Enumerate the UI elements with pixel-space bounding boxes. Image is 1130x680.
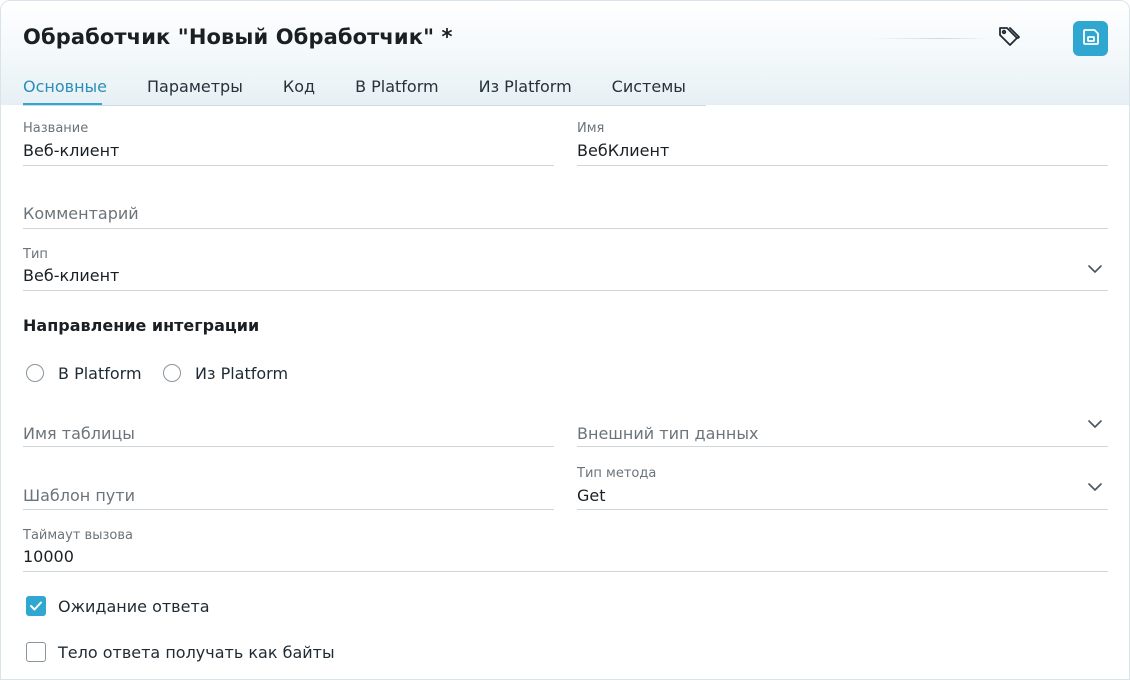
- name-field[interactable]: Название Веб-клиент: [23, 119, 554, 166]
- tags-button[interactable]: [994, 23, 1026, 55]
- path-template-field[interactable]: Шаблон пути: [23, 471, 554, 510]
- tab-from-platform[interactable]: Из Platform: [459, 77, 592, 104]
- tab-to-platform[interactable]: В Platform: [335, 77, 459, 104]
- radio-label: В Platform: [58, 363, 142, 383]
- wait-response-checkbox-row[interactable]: Ожидание ответа: [26, 595, 210, 617]
- tag-icon: [997, 24, 1023, 54]
- comment-field[interactable]: Комментарий: [23, 191, 1108, 229]
- tab-code[interactable]: Код: [263, 77, 335, 104]
- path-template-placeholder: Шаблон пути: [23, 486, 135, 505]
- external-type-placeholder: Внешний тип данных: [577, 424, 759, 443]
- type-select[interactable]: Тип Веб-клиент: [23, 245, 1108, 291]
- chevron-down-icon: [1088, 420, 1102, 428]
- chevron-down-icon: [1088, 483, 1102, 491]
- wait-response-label: Ожидание ответа: [58, 596, 210, 616]
- radio-circle[interactable]: [26, 364, 44, 382]
- tab-bar: Основные Параметры Код В Platform Из Pla…: [23, 77, 706, 106]
- body-as-bytes-checkbox-row[interactable]: Тело ответа получать как байты: [26, 641, 335, 663]
- name-value: Веб-клиент: [23, 141, 120, 160]
- tab-parameters[interactable]: Параметры: [127, 77, 263, 104]
- save-button[interactable]: [1073, 21, 1108, 56]
- body-as-bytes-checkbox[interactable]: [26, 642, 46, 662]
- handler-editor-window: Обработчик "Новый Обработчик" * Основные: [0, 0, 1130, 680]
- id-name-field[interactable]: Имя ВебКлиент: [577, 119, 1108, 166]
- tab-systems[interactable]: Системы: [592, 77, 706, 104]
- id-name-label: Имя: [577, 121, 605, 136]
- radio-from-platform[interactable]: Из Platform: [163, 362, 288, 384]
- timeout-field[interactable]: Таймаут вызова 10000: [23, 526, 1108, 572]
- save-icon: [1081, 27, 1101, 51]
- active-tab-indicator: [23, 103, 102, 105]
- id-name-value: ВебКлиент: [577, 141, 670, 160]
- radio-circle[interactable]: [163, 364, 181, 382]
- method-type-value: Get: [577, 486, 606, 505]
- checkmark-icon: [30, 601, 42, 611]
- timeout-value: 10000: [23, 547, 74, 566]
- header: Обработчик "Новый Обработчик" * Основные: [1, 1, 1129, 106]
- type-label: Тип: [23, 247, 48, 262]
- table-name-placeholder: Имя таблицы: [23, 424, 135, 443]
- comment-placeholder: Комментарий: [23, 204, 139, 223]
- method-type-label: Тип метода: [577, 466, 657, 481]
- external-type-select[interactable]: Внешний тип данных: [577, 409, 1108, 447]
- integration-direction-title: Направление интеграции: [23, 316, 260, 335]
- type-value: Веб-клиент: [23, 266, 120, 285]
- header-divider: [871, 38, 989, 39]
- radio-to-platform[interactable]: В Platform: [26, 362, 142, 384]
- radio-label: Из Platform: [195, 363, 289, 383]
- wait-response-checkbox[interactable]: [26, 596, 46, 616]
- tab-main[interactable]: Основные: [23, 77, 127, 104]
- name-label: Название: [23, 121, 89, 136]
- method-type-select[interactable]: Тип метода Get: [577, 464, 1108, 510]
- table-name-field[interactable]: Имя таблицы: [23, 409, 554, 447]
- chevron-down-icon: [1088, 265, 1102, 273]
- page-title: Обработчик "Новый Обработчик" *: [23, 25, 453, 49]
- body-as-bytes-label: Тело ответа получать как байты: [58, 642, 335, 662]
- timeout-label: Таймаут вызова: [23, 528, 133, 543]
